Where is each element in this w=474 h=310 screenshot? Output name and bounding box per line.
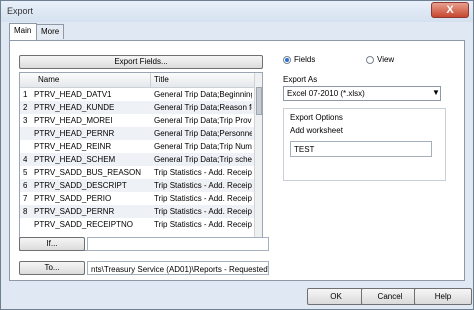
row-name: PTRV_SADD_RECEIPTNO: [34, 220, 133, 229]
table-row[interactable]: 1 PTRV_HEAD_DATV1 General Trip Data;Begi…: [20, 88, 254, 101]
row-number: 1: [23, 90, 28, 99]
row-title: Trip Statistics - Add. Receipt: [154, 194, 252, 203]
add-worksheet-label: Add worksheet: [290, 126, 343, 135]
export-dialog: Export X Main More Export Fields... Name…: [0, 0, 474, 310]
view-radio-label: View: [377, 55, 395, 64]
row-name: PTRV_HEAD_DATV1: [34, 90, 112, 99]
fields-radio-label: Fields: [294, 55, 316, 64]
fields-radio[interactable]: [283, 56, 291, 64]
row-name: PTRV_SADD_PERIO: [34, 194, 112, 203]
main-panel: Export Fields... Name Title 1 PTRV_HEAD_…: [9, 40, 465, 281]
table-row[interactable]: 8 PTRV_SADD_PERNR Trip Statistics - Add.…: [20, 205, 254, 218]
table-row[interactable]: 6 PTRV_SADD_DESCRIPT Trip Statistics - A…: [20, 179, 254, 192]
table-row[interactable]: PTRV_HEAD_PERNR General Trip Data;Person…: [20, 127, 254, 140]
grid-vertical-scrollbar[interactable]: [254, 73, 262, 250]
scroll-thumb[interactable]: [256, 87, 262, 115]
row-title: General Trip Data;Personnel: [154, 129, 252, 138]
export-as-value: Excel 07-2010 (*.xlsx): [287, 89, 365, 98]
column-header-name[interactable]: Name: [38, 75, 59, 84]
row-number: 8: [23, 207, 28, 216]
export-options-label: Export Options: [290, 113, 343, 122]
export-fields-button[interactable]: Export Fields...: [19, 55, 263, 69]
row-title: General Trip Data;Trip schen: [154, 155, 252, 164]
row-name: PTRV_HEAD_PERNR: [34, 129, 115, 138]
row-number: 2: [23, 103, 28, 112]
row-title: General Trip Data;Trip Numb: [154, 142, 252, 151]
column-header-title[interactable]: Title: [154, 75, 169, 84]
row-title: General Trip Data;Beginning: [154, 90, 252, 99]
row-name: PTRV_SADD_PERNR: [34, 207, 115, 216]
column-divider: [150, 73, 151, 87]
view-radio[interactable]: [366, 56, 374, 64]
row-number: 6: [23, 181, 28, 190]
table-row[interactable]: 5 PTRV_SADD_BUS_REASON Trip Statistics -…: [20, 166, 254, 179]
chevron-down-icon: ▼: [432, 88, 440, 97]
row-title: Trip Statistics - Add. Receipt: [154, 207, 252, 216]
export-as-label: Export As: [283, 75, 318, 84]
table-row[interactable]: 7 PTRV_SADD_PERIO Trip Statistics - Add.…: [20, 192, 254, 205]
table-row[interactable]: PTRV_SADD_RECEIPTNO Trip Statistics - Ad…: [20, 218, 254, 231]
row-title: General Trip Data;Trip Provis: [154, 116, 252, 125]
to-button[interactable]: To...: [19, 261, 85, 275]
table-row[interactable]: 4 PTRV_HEAD_SCHEM General Trip Data;Trip…: [20, 153, 254, 166]
if-condition-field[interactable]: [87, 237, 269, 251]
row-title: Trip Statistics - Add. Receipt: [154, 220, 252, 229]
row-number: 5: [23, 168, 28, 177]
cancel-button[interactable]: Cancel: [361, 288, 419, 305]
row-name: PTRV_HEAD_MOREI: [34, 116, 113, 125]
row-title: Trip Statistics - Add. Receipt: [154, 181, 252, 190]
table-row[interactable]: PTRV_HEAD_REINR General Trip Data;Trip N…: [20, 140, 254, 153]
fields-grid[interactable]: Name Title 1 PTRV_HEAD_DATV1 General Tri…: [19, 72, 263, 251]
row-title: General Trip Data;Reason for: [154, 103, 252, 112]
tab-more[interactable]: More: [36, 24, 64, 39]
window-title: Export: [7, 6, 34, 16]
row-title: Trip Statistics - Add. Receipt: [154, 168, 252, 177]
title-bar: Export X: [1, 1, 473, 22]
ok-button[interactable]: OK: [307, 288, 365, 305]
row-number: 3: [23, 116, 28, 125]
grid-header: Name Title: [20, 73, 254, 88]
row-name: PTRV_SADD_BUS_REASON: [34, 168, 141, 177]
row-name: PTRV_HEAD_KUNDE: [34, 103, 115, 112]
table-row[interactable]: 2 PTRV_HEAD_KUNDE General Trip Data;Reas…: [20, 101, 254, 114]
tab-main[interactable]: Main: [9, 23, 37, 40]
close-button[interactable]: X: [431, 2, 469, 18]
help-button[interactable]: Help: [414, 288, 472, 305]
row-name: PTRV_HEAD_REINR: [34, 142, 112, 151]
destination-path-field[interactable]: nts\Treasury Service (AD01)\Reports - Re…: [87, 261, 269, 275]
export-options-group: Export Options Add worksheet TEST: [283, 108, 446, 181]
row-name: PTRV_SADD_DESCRIPT: [34, 181, 127, 190]
row-name: PTRV_HEAD_SCHEM: [34, 155, 116, 164]
row-number: 7: [23, 194, 28, 203]
row-number: 4: [23, 155, 28, 164]
if-button[interactable]: If...: [19, 237, 85, 251]
table-row[interactable]: 3 PTRV_HEAD_MOREI General Trip Data;Trip…: [20, 114, 254, 127]
worksheet-name-field[interactable]: TEST: [290, 141, 432, 157]
export-as-select[interactable]: Excel 07-2010 (*.xlsx) ▼: [283, 86, 441, 101]
